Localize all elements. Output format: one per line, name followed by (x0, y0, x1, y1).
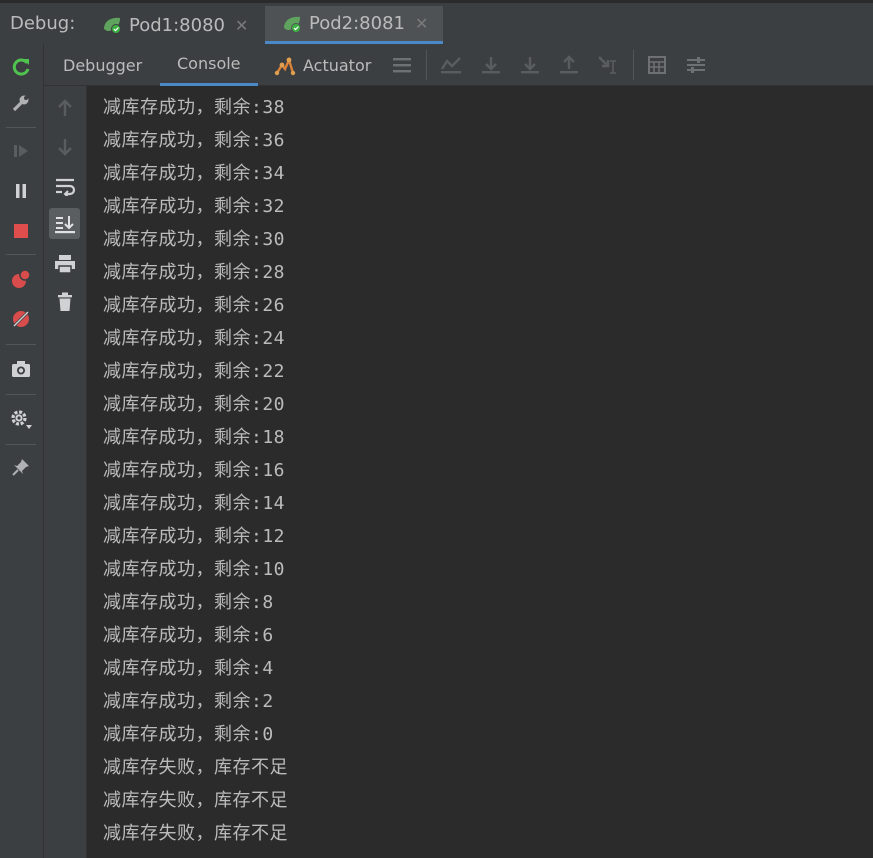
layout-menu-button[interactable] (389, 52, 415, 78)
pause-icon (16, 184, 26, 198)
tab-pod1-label: Pod1:8080 (129, 14, 225, 36)
camera-icon (12, 361, 30, 377)
spring-boot-icon (284, 16, 301, 33)
console-line: 减库存成功，剩余:22 (103, 361, 286, 382)
console-line: 减库存成功，剩余:0 (103, 724, 274, 745)
console-output[interactable]: 减库存成功，剩余:38 减库存成功，剩余:36 减库存成功，剩余:34 减库存成功，剩… (87, 86, 873, 858)
debugger-toolbar: Debugger Console Actuator (44, 44, 873, 86)
separator (633, 50, 634, 80)
scroll-to-end-button[interactable] (49, 208, 80, 239)
printer-icon (54, 254, 75, 274)
console-line: 减库存成功，剩余:16 (103, 460, 286, 481)
tab-debugger-label: Debugger (63, 55, 143, 75)
soft-wrap-icon (55, 178, 75, 196)
step-out-icon (560, 55, 578, 74)
actuator-icon (274, 56, 296, 76)
rerun-icon (12, 58, 30, 76)
console-line: 减库存成功，剩余:34 (103, 163, 286, 184)
console-line: 减库存成功，剩余:8 (103, 592, 274, 613)
console-line: 减库存成功，剩余:14 (103, 493, 286, 514)
breakpoints-icon (12, 269, 31, 288)
run-to-cursor-button[interactable] (595, 52, 621, 78)
step-into-icon (521, 57, 539, 74)
show-execution-point-button[interactable] (438, 52, 464, 78)
resume-icon (14, 145, 28, 157)
console-actions-strip (44, 86, 87, 858)
stop-icon (14, 224, 28, 238)
tab-pod2-label: Pod2:8081 (309, 13, 405, 34)
show-execution-point-icon (440, 57, 461, 74)
modify-run-config-button[interactable] (8, 90, 34, 116)
separator (6, 254, 36, 255)
step-into-button[interactable] (517, 52, 543, 78)
tab-pod2[interactable]: Pod2:8081 ✕ (265, 6, 443, 44)
debug-actions-strip (0, 44, 44, 858)
step-out-button[interactable] (556, 52, 582, 78)
spring-boot-icon (104, 17, 121, 34)
calculator-icon (648, 56, 666, 74)
console-line: 减库存失败，库存不足 (103, 823, 288, 844)
trace-stream-icon (687, 57, 705, 73)
console-line: 减库存成功，剩余:24 (103, 328, 286, 349)
separator (6, 344, 36, 345)
mute-breakpoints-button[interactable] (8, 306, 34, 332)
separator (6, 394, 36, 395)
separator (6, 444, 36, 445)
console-line: 减库存成功，剩余:6 (103, 625, 274, 646)
tab-actuator[interactable]: Actuator (273, 44, 383, 86)
menu-icon (393, 58, 411, 73)
tab-pod1[interactable]: Pod1:8080 ✕ (101, 6, 262, 44)
trace-current-stream-button[interactable] (683, 52, 709, 78)
step-over-icon (482, 57, 500, 74)
console-line: 减库存成功，剩余:12 (103, 526, 286, 547)
console-line: 减库存失败，库存不足 (103, 757, 288, 778)
down-button[interactable] (49, 131, 80, 162)
settings-button[interactable] (8, 406, 34, 432)
step-over-button[interactable] (478, 52, 504, 78)
rerun-button[interactable] (8, 54, 34, 80)
pause-button[interactable] (8, 178, 34, 204)
console-line: 减库存成功，剩余:28 (103, 262, 286, 283)
up-button[interactable] (49, 92, 80, 123)
trash-icon (57, 292, 72, 311)
console-line: 减库存失败，库存不足 (103, 790, 288, 811)
arrow-down-icon (57, 138, 72, 156)
console-line: 减库存成功，剩余:18 (103, 427, 286, 448)
stop-button[interactable] (8, 218, 34, 244)
console-line: 减库存成功，剩余:2 (103, 691, 274, 712)
gear-icon (11, 410, 32, 429)
soft-wrap-button[interactable] (49, 170, 80, 201)
console-line: 减库存成功，剩余:32 (103, 196, 286, 217)
tab-console[interactable]: Console (160, 44, 258, 86)
evaluate-expression-button[interactable] (644, 52, 670, 78)
scroll-to-end-icon (54, 215, 75, 233)
tab-debugger[interactable]: Debugger (50, 44, 160, 86)
debug-label: Debug: (10, 13, 76, 34)
pin-icon (12, 459, 29, 476)
console-line: 减库存成功，剩余:30 (103, 229, 286, 250)
console-line: 减库存成功，剩余:36 (103, 130, 286, 151)
console-line: 减库存成功，剩余:4 (103, 658, 274, 679)
wrench-icon (12, 95, 29, 112)
arrow-up-icon (57, 98, 72, 116)
mute-breakpoints-icon (12, 310, 30, 328)
separator (6, 127, 36, 128)
pin-tab-button[interactable] (8, 454, 34, 480)
tab-console-label: Console (177, 54, 241, 73)
debug-tool-window-header: Debug: Pod1:8080 ✕ Pod2:8081 ✕ (0, 0, 873, 44)
close-icon[interactable]: ✕ (415, 14, 428, 33)
tab-actuator-label: Actuator (303, 55, 372, 75)
resume-button[interactable] (8, 138, 34, 164)
console-line: 减库存成功，剩余:20 (103, 394, 286, 415)
separator (426, 50, 427, 80)
close-icon[interactable]: ✕ (235, 16, 248, 35)
print-button[interactable] (49, 248, 80, 279)
view-breakpoints-button[interactable] (8, 266, 34, 292)
console-line: 减库存成功，剩余:10 (103, 559, 286, 580)
run-to-cursor-icon (598, 56, 616, 74)
get-thread-dump-button[interactable] (8, 356, 34, 382)
clear-all-button[interactable] (49, 286, 80, 317)
console-line: 减库存成功，剩余:26 (103, 295, 286, 316)
console-line: 减库存成功，剩余:38 (103, 97, 286, 118)
